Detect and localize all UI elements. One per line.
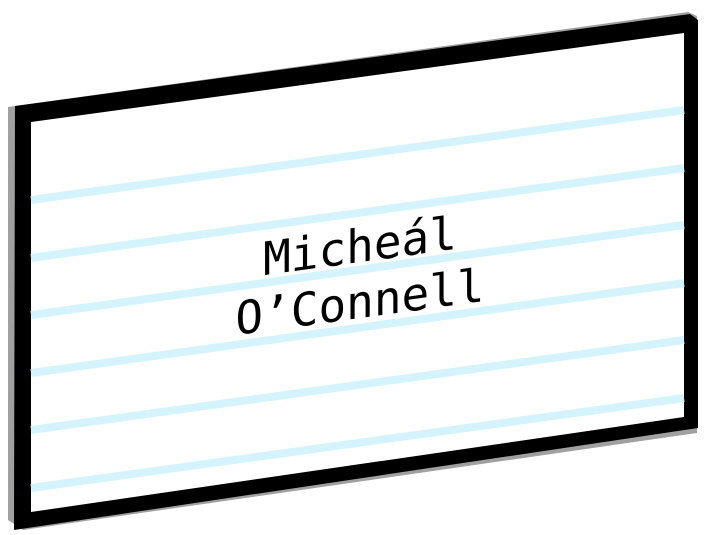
index-card-scene: Micheál O’Connell xyxy=(8,12,698,530)
